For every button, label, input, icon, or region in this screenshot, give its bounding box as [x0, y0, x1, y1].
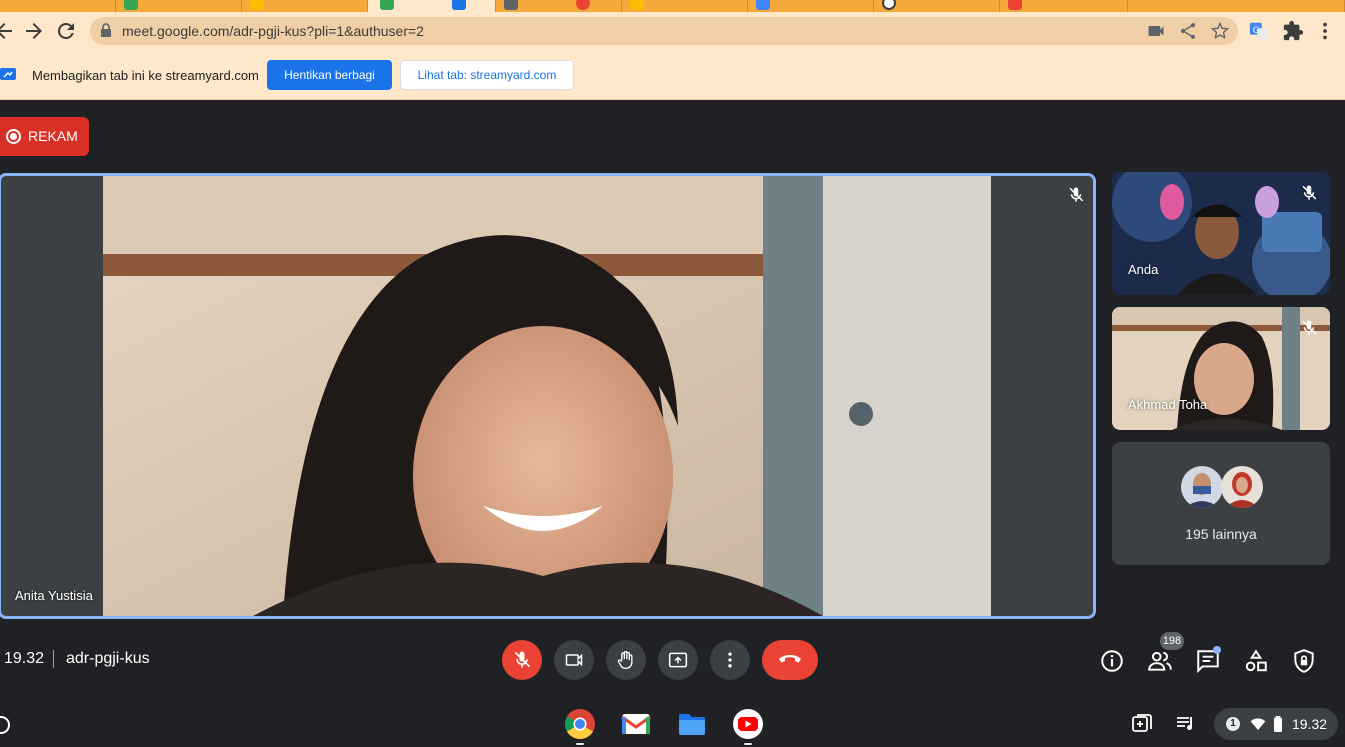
speaker-video [103, 176, 991, 616]
activities-icon[interactable] [1243, 648, 1269, 674]
tab-sharing-bar: Membagikan tab ini ke streamyard.com Hen… [0, 50, 1345, 100]
mic-off-icon [1302, 320, 1317, 335]
browser-tab[interactable] [1128, 0, 1345, 12]
docs-icon [452, 0, 466, 10]
youtube-icon [1008, 0, 1022, 10]
avatar [1181, 466, 1223, 508]
system-tray[interactable]: 1 19.32 [1214, 708, 1338, 740]
share-icon[interactable] [1178, 21, 1198, 41]
mic-off-icon [1302, 185, 1317, 200]
browser-tab-active[interactable] [368, 0, 496, 12]
lock-icon [101, 23, 111, 37]
view-tab-button[interactable]: Lihat tab: streamyard.com [400, 60, 574, 90]
present-to-all-icon [668, 652, 688, 668]
reload-button[interactable] [54, 19, 78, 43]
chat-notification-dot [1213, 646, 1221, 654]
browser-tab[interactable] [116, 0, 242, 12]
url-text: meet.google.com/adr-pgji-kus?pli=1&authu… [122, 23, 424, 39]
record-dot-icon [6, 129, 21, 144]
gmail-app-icon[interactable] [620, 708, 652, 740]
more-vert-icon[interactable] [1314, 20, 1336, 42]
participant-count-badge: 198 [1160, 632, 1184, 650]
google-icon [756, 0, 770, 10]
os-shelf: 1 19.32 [0, 700, 1345, 747]
more-participants-label: 195 lainnya [1185, 526, 1257, 542]
main-speaker-tile[interactable]: Anita Yustisia [0, 173, 1096, 619]
participant-tile[interactable]: Anda [1112, 172, 1330, 295]
participant-name: Anda [1128, 262, 1159, 277]
screen-capture-icon[interactable] [1130, 712, 1154, 736]
tab-strip [0, 0, 1345, 12]
browser-tab[interactable] [0, 0, 116, 12]
share-screen-icon [0, 68, 16, 80]
github-icon [882, 0, 896, 10]
avatar [1221, 466, 1263, 508]
forward-button[interactable] [22, 19, 46, 43]
stop-sharing-button[interactable]: Hentikan berbagi [267, 60, 392, 90]
slides-icon [250, 0, 264, 10]
toggle-mic-button[interactable] [502, 640, 542, 680]
host-controls-shield-icon[interactable] [1291, 648, 1317, 674]
app-running-indicator [744, 743, 752, 745]
youtube-app-icon[interactable] [732, 708, 764, 740]
leave-call-button[interactable] [762, 640, 818, 680]
divider [53, 650, 54, 668]
more-participants-tile[interactable]: 195 lainnya [1112, 442, 1330, 565]
speaker-name: Anita Yustisia [15, 588, 93, 603]
browser-toolbar: meet.google.com/adr-pgji-kus?pli=1&authu… [0, 12, 1345, 50]
wifi-icon [1250, 718, 1266, 730]
people-icon[interactable] [1147, 648, 1173, 674]
files-app-icon[interactable] [676, 708, 708, 740]
back-button[interactable] [0, 19, 16, 43]
videocam-icon [565, 653, 583, 667]
record-indicator-icon [576, 0, 590, 10]
launcher-icon[interactable] [0, 716, 10, 734]
back-arrow-icon [0, 23, 12, 39]
record-label: REKAM [28, 128, 78, 144]
tab-favicon-icon [630, 0, 644, 10]
tab-favicon-icon [504, 0, 518, 10]
browser-tab[interactable] [622, 0, 748, 12]
present-screen-button[interactable] [658, 640, 698, 680]
raise-hand-icon [617, 651, 633, 669]
camera-in-use-icon[interactable] [1146, 21, 1166, 41]
forward-arrow-icon [26, 23, 42, 39]
browser-tab[interactable] [748, 0, 874, 12]
bookmark-star-icon[interactable] [1210, 21, 1230, 41]
system-clock: 19.32 [1292, 716, 1328, 732]
meet-icon [380, 0, 394, 10]
participant-name: Akhmad Toha [1128, 397, 1208, 412]
more-options-button[interactable] [710, 640, 750, 680]
media-controls-icon[interactable] [1174, 712, 1198, 736]
meeting-time: 19.32 [4, 650, 45, 667]
more-vert-icon [728, 652, 732, 668]
browser-tab[interactable] [496, 0, 622, 12]
browser-tab[interactable] [1000, 0, 1128, 12]
browser-tab[interactable] [242, 0, 368, 12]
record-button[interactable]: REKAM [0, 117, 89, 156]
sharing-message: Membagikan tab ini ke streamyard.com [32, 68, 259, 83]
translate-extension-icon[interactable]: G [1248, 20, 1270, 42]
chrome-app-icon[interactable] [564, 708, 596, 740]
notification-count-badge: 1 [1226, 717, 1240, 731]
toggle-camera-button[interactable] [554, 640, 594, 680]
raise-hand-button[interactable] [606, 640, 646, 680]
browser-tab[interactable] [874, 0, 1000, 12]
battery-icon [1274, 716, 1282, 732]
address-bar[interactable]: meet.google.com/adr-pgji-kus?pli=1&authu… [90, 17, 1238, 45]
meeting-code: adr-pgji-kus [66, 650, 150, 667]
meeting-info-icon[interactable] [1099, 648, 1125, 674]
reload-icon [57, 22, 74, 39]
whatsapp-icon [124, 0, 138, 10]
call-end-icon [779, 655, 801, 663]
app-running-indicator [576, 743, 584, 745]
extensions-puzzle-icon[interactable] [1282, 20, 1304, 42]
mic-off-icon [1069, 187, 1084, 202]
mic-off-icon [514, 651, 531, 668]
participant-tile[interactable]: Akhmad Toha [1112, 307, 1330, 430]
